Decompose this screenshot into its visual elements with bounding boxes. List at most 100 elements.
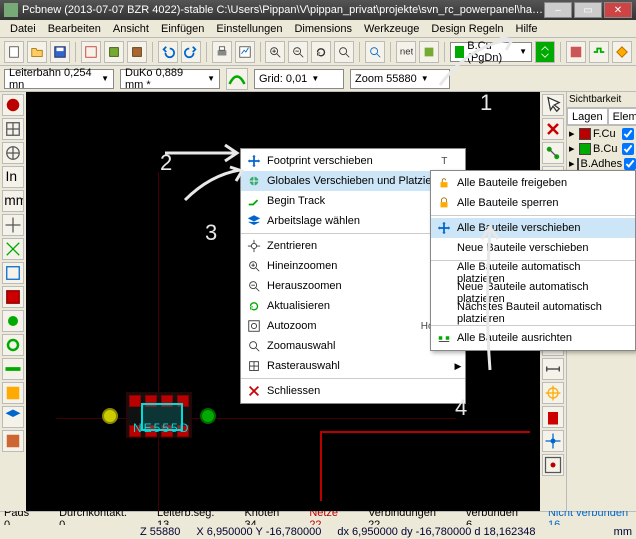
close-button[interactable]: ✕ — [604, 2, 632, 18]
grid-icon — [245, 358, 263, 374]
menu-einfügen[interactable]: Einfügen — [155, 21, 210, 37]
combo-bar: Leiterbahn 0,254 mn▼ DuKo 0,889 mm *▼ Gr… — [0, 66, 636, 92]
board-outline — [320, 431, 530, 501]
pad-fill-icon[interactable] — [2, 310, 24, 332]
sheet-icon[interactable] — [81, 41, 101, 63]
auto-width-icon[interactable] — [226, 68, 248, 90]
footprint[interactable]: NE555D — [126, 392, 192, 438]
app-icon — [4, 3, 18, 17]
zoom-fit-icon[interactable] — [334, 41, 354, 63]
highlight-net-icon[interactable] — [542, 118, 564, 140]
zoom-in-icon[interactable] — [265, 41, 285, 63]
svg-text:mm: mm — [4, 193, 23, 208]
ctx-item[interactable]: Schliessen — [241, 381, 465, 401]
open-icon[interactable] — [27, 41, 47, 63]
ctx-item[interactable]: Neue Bauteile automatisch platzieren — [431, 283, 635, 303]
layer-combo-value: B.Cu (PgDn) — [467, 40, 515, 64]
undo-icon[interactable] — [158, 41, 178, 63]
grid-toggle-icon[interactable] — [2, 118, 24, 140]
find-icon[interactable] — [365, 41, 385, 63]
zin-icon — [245, 258, 263, 274]
contrast-icon[interactable] — [2, 382, 24, 404]
zoom-refresh-icon[interactable] — [311, 41, 331, 63]
layer-combo[interactable]: B.Cu (PgDn)▼ — [450, 42, 532, 62]
track-fill-icon[interactable] — [2, 358, 24, 380]
ctx-item[interactable]: Nächstes Bauteil automatisch platzieren — [431, 303, 635, 323]
blank-icon — [435, 305, 453, 321]
ratsnest-icon[interactable] — [2, 238, 24, 260]
layer-row[interactable]: ▸B.Cu — [567, 141, 636, 156]
move-icon — [245, 153, 263, 169]
unlock-icon — [435, 175, 453, 191]
via-fill-icon[interactable] — [2, 334, 24, 356]
ctx-item[interactable]: Alle Bauteile freigeben — [431, 173, 635, 193]
blank-icon — [435, 240, 453, 256]
blank-icon — [435, 265, 453, 281]
netlist-icon[interactable]: net — [396, 41, 416, 63]
footprint-icon[interactable] — [127, 41, 147, 63]
titlebar: Pcbnew (2013-07-07 BZR 4022)-stable C:\U… — [0, 0, 636, 20]
select-tool-icon[interactable] — [542, 94, 564, 116]
menu-datei[interactable]: Datei — [4, 21, 42, 37]
ctx-item[interactable]: Footprint verschiebenT — [241, 151, 465, 171]
polar-icon[interactable] — [2, 142, 24, 164]
menu-dimensions[interactable]: Dimensions — [288, 21, 357, 37]
grid-origin-icon[interactable] — [542, 454, 564, 476]
ctx-item[interactable]: Neue Bauteile verschieben — [431, 238, 635, 258]
drc-icon[interactable] — [419, 41, 439, 63]
svg-text:In: In — [6, 169, 17, 184]
close-icon — [245, 383, 263, 399]
maximize-button[interactable]: ▭ — [574, 2, 602, 18]
mode1-icon[interactable] — [566, 41, 586, 63]
ctx-item[interactable]: Alle Bauteile automatisch platzieren — [431, 263, 635, 283]
add-dimension-icon[interactable] — [542, 358, 564, 380]
track-width-combo[interactable]: Leiterbahn 0,254 mn▼ — [4, 69, 114, 89]
left-toolbar: In mm — [0, 92, 26, 511]
minimize-button[interactable]: – — [544, 2, 572, 18]
menu-werkzeuge[interactable]: Werkzeuge — [358, 21, 425, 37]
module-icon[interactable] — [104, 41, 124, 63]
plot-icon[interactable] — [235, 41, 255, 63]
zoom-out-icon[interactable] — [288, 41, 308, 63]
context-menu-sub[interactable]: Alle Bauteile freigebenAlle Bauteile spe… — [430, 170, 636, 351]
zoom-combo[interactable]: Zoom 55880▼ — [350, 69, 450, 89]
layer-manager-icon[interactable] — [2, 406, 24, 428]
save-icon[interactable] — [50, 41, 70, 63]
delete-icon[interactable] — [542, 406, 564, 428]
grid-combo[interactable]: Grid: 0,01▼ — [254, 69, 344, 89]
unit-in-icon[interactable]: In — [2, 166, 24, 188]
redo-icon[interactable] — [181, 41, 201, 63]
mode2-icon[interactable] — [589, 41, 609, 63]
unit-mm-icon[interactable]: mm — [2, 190, 24, 212]
via-size-combo[interactable]: DuKo 0,889 mm *▼ — [120, 69, 220, 89]
mode3-icon[interactable] — [612, 41, 632, 63]
track-icon — [245, 193, 263, 209]
tab-layers[interactable]: Lagen — [567, 108, 608, 125]
layer-row[interactable]: ▸B.Adhes — [567, 156, 636, 171]
layer-row[interactable]: ▸F.Cu — [567, 126, 636, 141]
ctx-item[interactable]: Alle Bauteile sperren — [431, 193, 635, 213]
layers-panel-title: Sichtbarkeit — [567, 92, 636, 108]
scripting-icon[interactable] — [2, 430, 24, 452]
ctx-item[interactable]: Rasterauswahl▶ — [241, 356, 465, 376]
cursor-shape-icon[interactable] — [2, 214, 24, 236]
ctx-item[interactable]: Alle Bauteile verschieben — [431, 218, 635, 238]
zones-icon[interactable] — [2, 286, 24, 308]
print-icon[interactable] — [212, 41, 232, 63]
new-icon[interactable] — [4, 41, 24, 63]
menu-einstellungen[interactable]: Einstellungen — [210, 21, 288, 37]
tab-elements[interactable]: Elemente — [608, 108, 636, 125]
menu-design regeln[interactable]: Design Regeln — [425, 21, 509, 37]
layer-swap-icon[interactable] — [535, 41, 555, 63]
menu-ansicht[interactable]: Ansicht — [107, 21, 155, 37]
move-icon — [435, 220, 453, 236]
ctx-item[interactable]: Alle Bauteile ausrichten — [431, 328, 635, 348]
menu-hilfe[interactable]: Hilfe — [510, 21, 544, 37]
local-ratsnest-icon[interactable] — [542, 142, 564, 164]
add-target-icon[interactable] — [542, 382, 564, 404]
menu-bearbeiten[interactable]: Bearbeiten — [42, 21, 107, 37]
offset-icon[interactable] — [542, 430, 564, 452]
drc-toggle-icon[interactable] — [2, 94, 24, 116]
autodel-icon[interactable] — [2, 262, 24, 284]
layer-icon — [245, 213, 263, 229]
